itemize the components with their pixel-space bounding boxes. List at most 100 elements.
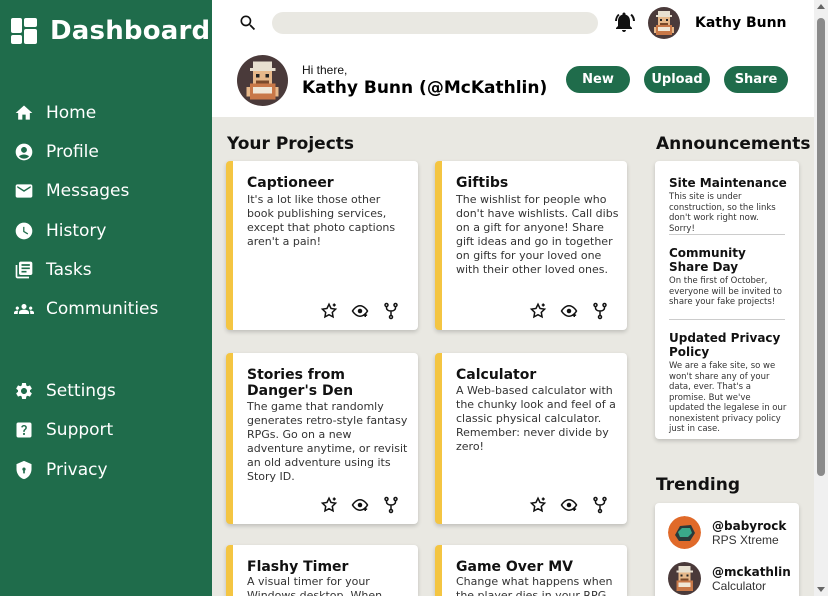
dashboard-icon	[11, 18, 37, 44]
sidebar-item-label: History	[46, 221, 107, 241]
sidebar-item-messages[interactable]: Messages	[14, 179, 129, 203]
sidebar-item-history[interactable]: History	[14, 219, 106, 243]
search-icon[interactable]	[238, 13, 258, 33]
project-title[interactable]: Game Over MV	[456, 559, 619, 575]
trending-handle: @babyrock	[712, 518, 787, 533]
scrollbar[interactable]	[814, 0, 828, 596]
app-title: Dashboard	[50, 16, 211, 46]
profile-avatar	[237, 55, 288, 106]
project-card[interactable]: Giftibs The wishlist for people who don'…	[435, 161, 627, 330]
trending-project: Calculator	[712, 578, 767, 593]
brand[interactable]: Dashboard	[11, 16, 210, 46]
sidebar-item-support[interactable]: Support	[14, 418, 113, 442]
profile-full-name: Kathy Bunn (@McKathlin)	[302, 78, 548, 98]
announcement-item: Site Maintenance This site is under cons…	[669, 176, 787, 234]
sidebar-item-label: Tasks	[46, 260, 92, 280]
new-button[interactable]: New	[566, 66, 630, 93]
announcement-title: Community Share Day	[669, 246, 746, 274]
clock-icon	[15, 222, 33, 240]
sidebar-item-tasks[interactable]: Tasks	[14, 258, 92, 282]
divider	[669, 319, 785, 320]
sidebar-item-privacy[interactable]: Privacy	[14, 458, 108, 482]
user-name[interactable]: Kathy Bunn	[695, 15, 787, 31]
scroll-thumb[interactable]	[817, 18, 825, 476]
sidebar-item-label: Communities	[46, 299, 159, 319]
mail-icon	[15, 184, 33, 198]
sidebar-item-profile[interactable]: Profile	[14, 140, 99, 164]
greeting: Hi there,	[302, 63, 348, 77]
sidebar-item-label: Settings	[46, 381, 116, 401]
fork-icon[interactable]	[591, 496, 609, 514]
announcement-item: Community Share Day On the first of Octo…	[669, 246, 787, 308]
avatar	[668, 516, 701, 549]
announcement-title: Site Maintenance	[669, 176, 787, 190]
announcements-title: Announcements	[656, 134, 811, 154]
announcements-panel: Site Maintenance This site is under cons…	[655, 161, 799, 439]
project-description: Change what happens when the player dies…	[456, 575, 613, 596]
gear-icon	[16, 383, 32, 399]
header: Kathy Bunn Hi there, Kathy Bunn (@McKath…	[212, 0, 814, 117]
fork-icon[interactable]	[382, 496, 400, 514]
announcement-title: Updated Privacy Policy	[669, 331, 781, 359]
avatar[interactable]	[648, 7, 680, 39]
sidebar-item-label: Privacy	[46, 460, 108, 480]
people-icon	[14, 304, 34, 314]
sidebar-item-label: Home	[46, 103, 97, 123]
project-description: The wishlist for people who don't have w…	[456, 193, 619, 276]
share-button[interactable]: Share	[724, 66, 788, 93]
sidebar-item-home[interactable]: Home	[14, 101, 96, 125]
trending-title: Trending	[656, 475, 741, 495]
project-card[interactable]: Stories from Danger's Den The game that …	[226, 353, 418, 524]
trending-item[interactable]: @mckathlin Calculator	[668, 562, 791, 595]
project-title[interactable]: Captioneer	[247, 175, 410, 191]
home-icon	[15, 105, 33, 120]
project-description: The game that randomly generates retro-s…	[247, 400, 408, 483]
project-title[interactable]: Giftibs	[456, 175, 619, 191]
announcement-text: We are a fake site, so we won't share an…	[669, 361, 787, 434]
sidebar-item-label: Profile	[46, 142, 99, 162]
star-icon[interactable]	[320, 302, 338, 320]
divider	[669, 234, 785, 235]
sidebar-item-communities[interactable]: Communities	[14, 297, 158, 321]
profile-icon	[15, 143, 33, 161]
scroll-down-arrow[interactable]	[817, 587, 825, 592]
trending-handle: @mckathlin	[712, 564, 791, 579]
shield-icon	[16, 460, 32, 480]
project-description: A Web-based calculator with the chunky l…	[456, 384, 616, 453]
trending-item[interactable]: @babyrock RPS Xtreme	[668, 516, 786, 549]
announcement-item: Updated Privacy Policy We are a fake sit…	[669, 331, 787, 435]
watch-icon[interactable]	[560, 302, 578, 320]
sidebar-item-label: Support	[46, 420, 114, 440]
announcement-text: On the first of October, everyone will b…	[669, 276, 782, 307]
project-title[interactable]: Calculator	[456, 367, 619, 383]
project-card[interactable]: Game Over MV Change what happens when th…	[435, 545, 627, 596]
star-icon[interactable]	[320, 496, 338, 514]
bell-icon[interactable]	[612, 10, 636, 34]
search-input[interactable]	[272, 12, 598, 34]
avatar	[668, 562, 701, 595]
scroll-up-arrow[interactable]	[817, 4, 825, 9]
projects-title: Your Projects	[227, 134, 355, 154]
watch-icon[interactable]	[351, 496, 369, 514]
copy-icon	[15, 261, 33, 279]
project-card[interactable]: Captioneer It's a lot like those other b…	[226, 161, 418, 330]
project-title[interactable]: Flashy Timer	[247, 559, 410, 575]
star-icon[interactable]	[529, 302, 547, 320]
project-description: A visual timer for your Windows desktop.…	[247, 575, 383, 596]
watch-icon[interactable]	[560, 496, 578, 514]
sidebar-item-label: Messages	[46, 181, 130, 201]
trending-panel: @babyrock RPS Xtreme @mckathlin Calculat…	[655, 503, 799, 596]
fork-icon[interactable]	[382, 302, 400, 320]
project-description: It's a lot like those other book publish…	[247, 193, 396, 248]
project-title[interactable]: Stories from Danger's Den	[247, 367, 410, 399]
star-icon[interactable]	[529, 496, 547, 514]
sidebar-item-settings[interactable]: Settings	[14, 379, 116, 403]
project-card[interactable]: Flashy Timer A visual timer for your Win…	[226, 545, 418, 596]
announcement-text: This site is under construction, so the …	[669, 192, 776, 234]
question-icon	[16, 422, 32, 438]
fork-icon[interactable]	[591, 302, 609, 320]
trending-project: RPS Xtreme	[712, 532, 779, 547]
project-card[interactable]: Calculator A Web-based calculator with t…	[435, 353, 627, 524]
upload-button[interactable]: Upload	[644, 66, 710, 93]
watch-icon[interactable]	[351, 302, 369, 320]
